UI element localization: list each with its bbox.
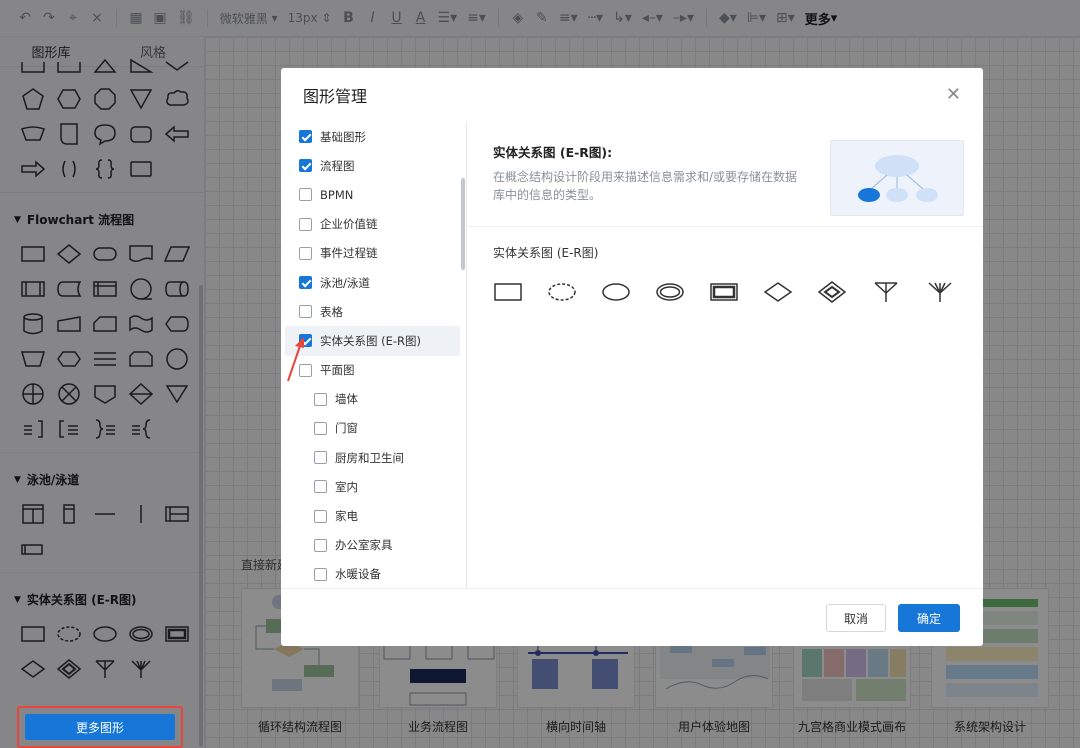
more-shapes-highlight: 更多图形 (17, 706, 183, 748)
dialog-footer: 取消 确定 (281, 588, 983, 646)
subcategory-item[interactable]: 室内 (281, 472, 466, 501)
er-shape-preview-row (493, 279, 955, 305)
cancel-button[interactable]: 取消 (826, 604, 886, 632)
checkbox[interactable] (314, 451, 327, 465)
category-item[interactable]: 事件过程链 (281, 239, 466, 268)
category-item[interactable]: 表格 (281, 297, 466, 326)
category-item[interactable]: 基础图形 (281, 122, 466, 151)
checkbox[interactable] (314, 509, 327, 523)
relationship-icon (763, 282, 793, 302)
er-preview-image (830, 140, 964, 216)
crowfoot-one-icon (874, 282, 898, 302)
category-list-scrollbar[interactable] (461, 178, 465, 270)
crowfoot-many-icon (928, 282, 952, 302)
category-item[interactable]: 流程图 (281, 151, 466, 180)
checkbox[interactable] (314, 480, 327, 494)
checkbox[interactable] (314, 421, 327, 435)
subcategory-item[interactable]: 家电 (281, 501, 466, 530)
checkbox-checked[interactable] (299, 276, 312, 290)
subcategory-item[interactable]: 水暖设备 (281, 560, 466, 588)
dialog-title: 图形管理 (303, 87, 368, 106)
checkbox[interactable] (299, 217, 312, 231)
detail-description: 在概念结构设计阶段用来描述信息需求和/或要存储在数据库中的信息的类型。 (493, 170, 798, 202)
category-item[interactable]: BPMN (281, 180, 466, 209)
subcategory-item[interactable]: 办公室家具 (281, 531, 466, 560)
checkbox[interactable] (299, 246, 312, 260)
checkbox[interactable] (314, 567, 327, 581)
subcategory-item[interactable]: 厨房和卫生间 (281, 443, 466, 472)
checkbox[interactable] (299, 188, 312, 202)
subcategory-item[interactable]: 门窗 (281, 414, 466, 443)
weak-entity-icon (710, 283, 738, 301)
detail-header: 实体关系图 (E-R图): 在概念结构设计阶段用来描述信息需求和/或要存储在数据… (468, 122, 983, 227)
detail-section-label: 实体关系图 (E-R图) (493, 246, 599, 260)
close-icon[interactable]: ✕ (946, 86, 961, 104)
detail-title: 实体关系图 (E-R图): (493, 145, 613, 160)
checkbox-checked[interactable] (299, 159, 312, 173)
attribute-icon (602, 283, 630, 301)
confirm-button[interactable]: 确定 (898, 604, 960, 632)
derived-attribute-icon (548, 283, 576, 301)
category-item[interactable]: 泳池/泳道 (281, 268, 466, 297)
annotation-arrow-icon (287, 337, 304, 382)
er-preview-illustration (858, 155, 938, 202)
multivalued-attribute-icon (656, 283, 684, 301)
checkbox[interactable] (314, 392, 327, 406)
checkbox[interactable] (299, 305, 312, 319)
category-item[interactable]: 企业价值链 (281, 210, 466, 239)
identifying-relationship-icon (817, 281, 847, 303)
subcategory-item[interactable]: 墙体 (281, 385, 466, 414)
entity-icon (494, 283, 522, 301)
dialog-header: 图形管理 ✕ (281, 68, 983, 122)
more-shapes-button[interactable]: 更多图形 (25, 714, 175, 740)
checkbox-checked[interactable] (299, 130, 312, 144)
checkbox[interactable] (314, 538, 327, 552)
shape-manager-dialog: 图形管理 ✕ 基础图形 流程图 BPMN 企业价值链 事件过程链 泳池/泳道 表… (281, 68, 983, 646)
category-detail: 实体关系图 (E-R图): 在概念结构设计阶段用来描述信息需求和/或要存储在数据… (468, 122, 983, 588)
